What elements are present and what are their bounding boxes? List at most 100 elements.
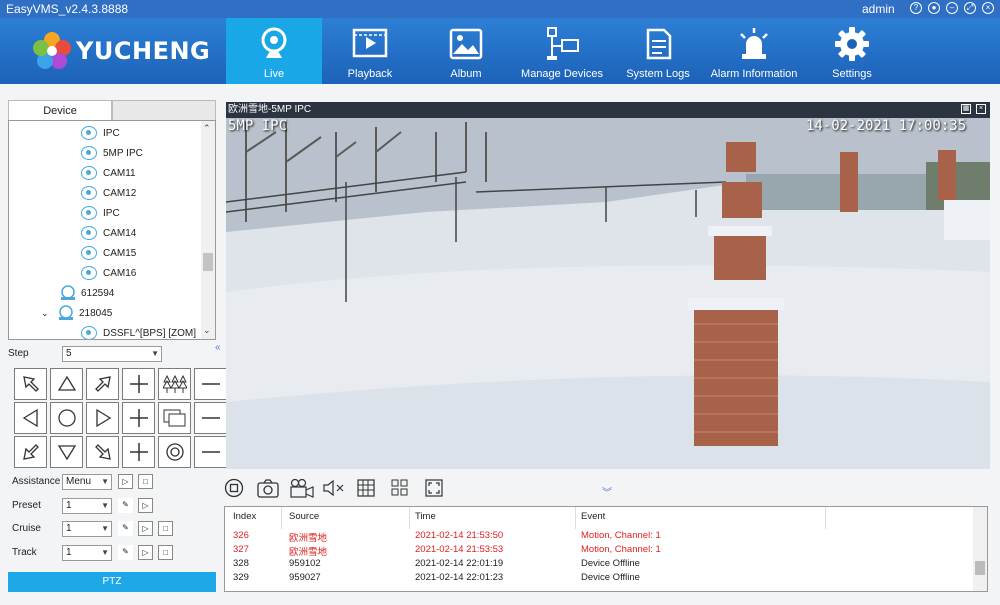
table-row[interactable]: 328 959102 2021-02-14 22:01:19 Device Of… xyxy=(225,558,973,572)
tab-device[interactable]: Device xyxy=(8,100,112,120)
tree-item[interactable]: 5MP IPC xyxy=(81,143,143,163)
edit-pencil-icon[interactable]: ✎ xyxy=(118,498,133,513)
grid-toggle-icon[interactable]: ▦ xyxy=(961,104,971,114)
tree-scrollbar[interactable]: ⌃ ⌄ xyxy=(201,121,215,339)
help-icon[interactable]: ? xyxy=(910,2,922,14)
tree-item-label: DSSFL^[BPS] [ZOM] xyxy=(103,327,197,339)
mute-icon[interactable] xyxy=(322,476,346,500)
scroll-thumb[interactable] xyxy=(203,253,213,271)
ptz-center-button[interactable] xyxy=(50,402,83,434)
play-button[interactable]: ▷ xyxy=(138,498,153,513)
expand-events-icon[interactable]: ︾ xyxy=(602,484,612,499)
tree-item[interactable]: IPC xyxy=(81,203,120,223)
arrow-right-icon xyxy=(95,408,111,428)
assistance-select[interactable]: Menu ▼ xyxy=(62,474,112,490)
tree-item[interactable]: CAM11 xyxy=(81,163,136,183)
current-user[interactable]: admin xyxy=(862,2,895,16)
ptz-right-button[interactable] xyxy=(86,402,119,434)
tree-item[interactable]: CAM14 xyxy=(81,223,136,243)
nav-alarm-information[interactable]: Alarm Information xyxy=(706,18,802,84)
stop-icon[interactable] xyxy=(222,476,246,500)
play-button[interactable]: ▷ xyxy=(138,521,153,536)
nav-live[interactable]: Live xyxy=(226,18,322,84)
record-icon[interactable] xyxy=(290,476,314,500)
zoom-tele-button[interactable] xyxy=(158,368,191,400)
header-time[interactable]: Time xyxy=(415,511,436,522)
chevron-down-icon[interactable]: ⌄ xyxy=(41,308,57,319)
header-index[interactable]: Index xyxy=(233,511,256,522)
collapse-panel-icon[interactable]: « xyxy=(215,342,221,353)
nav-playback[interactable]: Playback xyxy=(322,18,418,84)
tree-item-device[interactable]: ⌄ 218045 xyxy=(41,303,112,323)
preset-value: 1 xyxy=(66,500,72,511)
grid-icon[interactable] xyxy=(354,476,378,500)
focus-button[interactable] xyxy=(158,402,191,434)
header-source[interactable]: Source xyxy=(289,511,319,522)
windows-icon xyxy=(163,409,185,427)
ptz-panel-button[interactable]: PTZ xyxy=(8,572,216,592)
cruise-select[interactable]: 1 ▼ xyxy=(62,521,112,537)
iris-button[interactable] xyxy=(158,436,191,468)
scroll-down-icon[interactable]: ⌄ xyxy=(203,325,211,336)
iris-close-button[interactable] xyxy=(194,436,227,468)
preset-select[interactable]: 1 ▼ xyxy=(62,498,112,514)
nav-system-logs[interactable]: System Logs xyxy=(610,18,706,84)
nav-manage-devices[interactable]: Manage Devices xyxy=(514,18,610,84)
play-button[interactable]: ▷ xyxy=(138,545,153,560)
nav-settings[interactable]: Settings xyxy=(804,18,900,84)
chevron-down-icon: ▼ xyxy=(101,524,109,533)
minimize-icon[interactable]: – xyxy=(946,2,958,14)
close-video-icon[interactable]: × xyxy=(976,104,986,114)
user-icon[interactable]: ● xyxy=(928,2,940,14)
nav-label: Live xyxy=(263,68,285,80)
tree-item[interactable]: IPC xyxy=(81,123,120,143)
arrow-up-right-icon xyxy=(94,376,111,392)
image-icon xyxy=(449,28,483,60)
edit-pencil-icon[interactable]: ✎ xyxy=(118,545,133,560)
snow-scene-image xyxy=(226,102,990,469)
table-row[interactable]: 329 959027 2021-02-14 22:01:23 Device Of… xyxy=(225,572,973,586)
step-select[interactable]: 5 ▼ xyxy=(62,346,162,362)
ptz-up-button[interactable] xyxy=(50,368,83,400)
ptz-up-left-button[interactable] xyxy=(14,368,47,400)
ptz-down-button[interactable] xyxy=(50,436,83,468)
iris-open-button[interactable] xyxy=(122,436,155,468)
maximize-icon[interactable]: ⤢ xyxy=(964,2,976,14)
zoom-in-button[interactable] xyxy=(122,368,155,400)
nav-album[interactable]: Album xyxy=(418,18,514,84)
ptz-down-right-button[interactable] xyxy=(86,436,119,468)
header-event[interactable]: Event xyxy=(581,511,605,522)
table-row[interactable]: 327 欧洲雪地 2021-02-14 21:53:53 Motion, Cha… xyxy=(225,544,973,558)
tree-item[interactable]: CAM15 xyxy=(81,243,136,263)
tree-item[interactable]: DSSFL^[BPS] [ZOM] xyxy=(81,323,197,339)
zoom-out-button[interactable] xyxy=(194,368,227,400)
focus-far-button[interactable] xyxy=(194,402,227,434)
video-view[interactable]: 欧洲雪地-5MP IPC ▦ × 5MP IPC 14-02-2021 17:0… xyxy=(226,102,990,469)
ptz-up-right-button[interactable] xyxy=(86,368,119,400)
track-select[interactable]: 1 ▼ xyxy=(62,545,112,561)
osd-timestamp: 14-02-2021 17:00:35 xyxy=(806,118,967,134)
tree-item[interactable]: CAM12 xyxy=(81,183,136,203)
fullscreen-icon[interactable] xyxy=(422,476,446,500)
focus-near-button[interactable] xyxy=(122,402,155,434)
layout-icon[interactable] xyxy=(388,476,412,500)
events-scrollbar[interactable] xyxy=(973,507,987,591)
play-button[interactable]: ▷ xyxy=(118,474,133,489)
tree-item-device[interactable]: 612594 xyxy=(59,283,114,303)
event-log-table: Index Source Time Event 326 欧洲雪地 2021-02… xyxy=(224,506,988,592)
tab-empty[interactable] xyxy=(112,100,216,120)
stop-button[interactable]: □ xyxy=(138,474,153,489)
chevron-down-icon: ▼ xyxy=(101,548,109,557)
close-icon[interactable]: × xyxy=(982,2,994,14)
ptz-down-left-button[interactable] xyxy=(14,436,47,468)
scroll-thumb[interactable] xyxy=(975,561,985,575)
camera-icon xyxy=(81,226,97,240)
scroll-up-icon[interactable]: ⌃ xyxy=(203,123,211,134)
stop-button[interactable]: □ xyxy=(158,545,173,560)
ptz-left-button[interactable] xyxy=(14,402,47,434)
stop-button[interactable]: □ xyxy=(158,521,173,536)
snapshot-icon[interactable] xyxy=(256,476,280,500)
table-row[interactable]: 326 欧洲雪地 2021-02-14 21:53:50 Motion, Cha… xyxy=(225,530,973,544)
edit-pencil-icon[interactable]: ✎ xyxy=(118,521,133,536)
tree-item[interactable]: CAM16 xyxy=(81,263,136,283)
